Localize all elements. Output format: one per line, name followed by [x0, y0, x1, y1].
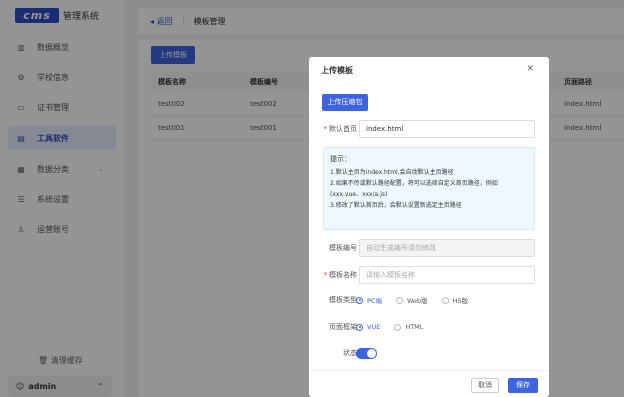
tip-line: (xxx.vue、xxx/a.js)	[330, 191, 388, 198]
default-page-input[interactable]: index.html	[359, 120, 535, 138]
tip-line: 1.默认主页为index.html,会自动默认主页路径	[330, 169, 454, 176]
tip-line: 3.修改了默认首页后，会默认设置新选定主页路径	[330, 202, 462, 209]
framework-radio-group: VUE HTML	[356, 318, 437, 336]
framework-label: 页面框架	[329, 323, 357, 331]
dialog-title: 上传模板	[321, 65, 353, 75]
cancel-button[interactable]: 取消	[471, 378, 499, 393]
template-name-row: * 模板名称 请输入模板名称	[309, 266, 549, 284]
template-type-radio-group: PC端 Web版 H5版	[356, 291, 482, 309]
status-toggle[interactable]	[356, 348, 377, 359]
template-name-label: * 模板名称	[323, 271, 358, 279]
upload-archive-button[interactable]: 上传压缩包	[322, 94, 368, 111]
radio-vue[interactable]: VUE	[356, 323, 380, 331]
tip-line: 2.如果不传或默认路径配置，将可以选择自定义首页路径，例如	[330, 180, 498, 187]
radio-h5[interactable]: H5版	[441, 295, 468, 305]
radio-web[interactable]: Web版	[395, 295, 428, 305]
template-type-row: 模板类型 PC端 Web版 H5版	[309, 291, 549, 309]
framework-row: 页面框架 VUE HTML	[309, 318, 549, 336]
upload-template-dialog: 上传模板 ✕ 上传压缩包 * 默认首页 index.html 提示： 1.默认主页…	[309, 57, 549, 397]
template-type-label: 模板类型	[329, 296, 357, 304]
radio-pc[interactable]: PC端	[356, 295, 382, 305]
dialog-footer: 取消 保存	[309, 370, 549, 397]
tips-title: 提示：	[330, 155, 351, 163]
template-code-label: 模板编号	[329, 244, 357, 252]
radio-html[interactable]: HTML	[394, 323, 423, 331]
template-name-input[interactable]: 请输入模板名称	[359, 266, 535, 284]
status-label: 状态	[343, 349, 357, 357]
status-row: 状态	[309, 344, 549, 362]
default-page-row: * 默认首页 index.html	[309, 120, 549, 138]
save-button[interactable]: 保存	[508, 378, 538, 393]
default-page-label: * 默认首页	[323, 125, 358, 133]
close-icon[interactable]: ✕	[526, 64, 534, 74]
tips-box: 提示： 1.默认主页为index.html,会自动默认主页路径 2.如果不传或默…	[323, 147, 535, 230]
template-code-row: 模板编号 自动生成编号请勿修改	[309, 239, 549, 257]
dialog-header: 上传模板	[309, 57, 549, 83]
template-code-input: 自动生成编号请勿修改	[359, 239, 535, 257]
